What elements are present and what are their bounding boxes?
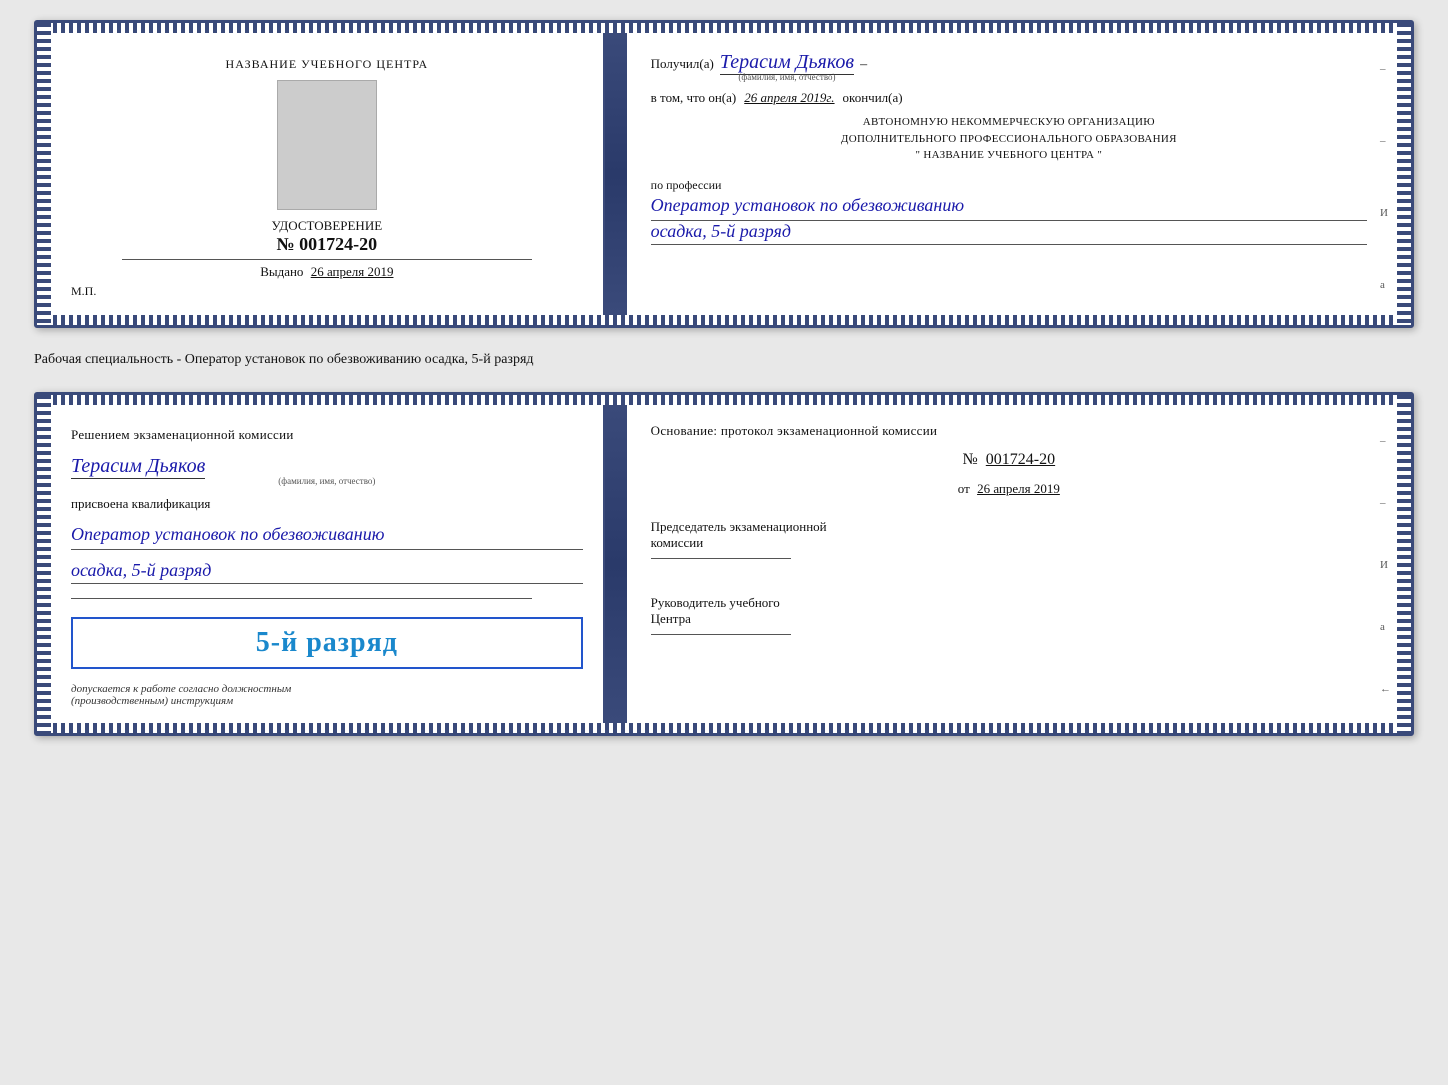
profession-label-1: по профессии bbox=[651, 178, 1367, 193]
org-line1: АВТОНОМНУЮ НЕКОММЕРЧЕСКУЮ ОРГАНИЗАЦИЮ bbox=[651, 114, 1367, 131]
side-mark2-a: а bbox=[1380, 621, 1391, 633]
card-inner-1: НАЗВАНИЕ УЧЕБНОГО ЦЕНТРА УДОСТОВЕРЕНИЕ №… bbox=[51, 33, 1397, 315]
cert2-right-panel: Основание: протокол экзаменационной коми… bbox=[627, 405, 1397, 723]
side-mark2-i: И bbox=[1380, 559, 1391, 571]
protocol-number: 001724-20 bbox=[986, 451, 1055, 468]
doc-number: 001724-20 bbox=[299, 234, 377, 254]
top-decoration-2 bbox=[37, 395, 1411, 405]
doc-number-display: № 001724-20 bbox=[272, 234, 383, 255]
photo-placeholder bbox=[277, 80, 377, 210]
qualification-stamp: 5-й разряд bbox=[71, 617, 583, 669]
top-decoration bbox=[37, 23, 1411, 33]
cert-spine-1 bbox=[605, 33, 627, 315]
issued-date: 26 апреля 2019 bbox=[311, 264, 394, 279]
training-center-label-1: НАЗВАНИЕ УЧЕБНОГО ЦЕНТРА bbox=[226, 57, 429, 72]
cert1-left-panel: НАЗВАНИЕ УЧЕБНОГО ЦЕНТРА УДОСТОВЕРЕНИЕ №… bbox=[51, 33, 605, 315]
exam-commission-title: Решением экзаменационной комиссии bbox=[71, 425, 583, 445]
recipient-row: Получил(а) Терасим Дьяков (фамилия, имя,… bbox=[651, 51, 1367, 82]
chairman-label-1: Председатель экзаменационной bbox=[651, 519, 1367, 535]
qualified-label: присвоена квалификация bbox=[71, 496, 583, 512]
side-mark-dash-2: – bbox=[1380, 135, 1391, 147]
completed-label: окончил(а) bbox=[843, 90, 903, 106]
left-decoration-2 bbox=[37, 395, 51, 733]
issued-line: Выдано 26 апреля 2019 bbox=[260, 264, 393, 280]
side-mark2-arrow: ← bbox=[1380, 683, 1391, 695]
org-name: " НАЗВАНИЕ УЧЕБНОГО ЦЕНТРА " bbox=[651, 147, 1367, 164]
cert-spine-2 bbox=[605, 405, 627, 723]
mp-label: М.П. bbox=[71, 284, 96, 299]
protocol-date: 26 апреля 2019 bbox=[977, 481, 1060, 496]
doc-number-prefix: № bbox=[277, 234, 295, 254]
stamp-sub-2: (производственным) инструкциям bbox=[71, 695, 233, 707]
cert1-right-panel: Получил(а) Терасим Дьяков (фамилия, имя,… bbox=[627, 33, 1397, 315]
right-decoration bbox=[1397, 23, 1411, 325]
bottom-decoration bbox=[37, 315, 1411, 325]
profession-value2-1: осадка, 5-й разряд bbox=[651, 221, 1367, 245]
date-intro: в том, что он(а) bbox=[651, 90, 737, 106]
bottom-decoration-2 bbox=[37, 723, 1411, 733]
name-sub-1: (фамилия, имя, отчество) bbox=[720, 72, 854, 82]
qualification-line1: Оператор установок по обезвоживанию bbox=[71, 522, 583, 550]
side-mark-dash-1: – bbox=[1380, 63, 1391, 75]
stamp-sub-1: допускается к работе согласно должностны… bbox=[71, 683, 291, 695]
side-mark2-dash-2: – bbox=[1380, 497, 1391, 509]
certificate-2: Решением экзаменационной комиссии Тераси… bbox=[34, 392, 1414, 736]
card-inner-2: Решением экзаменационной комиссии Тераси… bbox=[51, 405, 1397, 723]
date-value-1: 26 апреля 2019г. bbox=[744, 90, 834, 106]
doc-type: УДОСТОВЕРЕНИЕ bbox=[272, 218, 383, 234]
left-decoration bbox=[37, 23, 51, 325]
profession-value-1: Оператор установок по обезвоживанию bbox=[651, 193, 1367, 221]
recipient-name-2: Терасим Дьяков bbox=[71, 455, 205, 479]
org-block: АВТОНОМНУЮ НЕКОММЕРЧЕСКУЮ ОРГАНИЗАЦИЮ ДО… bbox=[651, 114, 1367, 164]
side-mark-i: И bbox=[1380, 207, 1391, 219]
protocol-prefix: № bbox=[963, 451, 978, 468]
issued-label: Выдано bbox=[260, 264, 303, 279]
page-wrapper: НАЗВАНИЕ УЧЕБНОГО ЦЕНТРА УДОСТОВЕРЕНИЕ №… bbox=[34, 20, 1414, 736]
stamp-rank: 5-й разряд bbox=[85, 627, 569, 659]
org-line2: ДОПОЛНИТЕЛЬНОГО ПРОФЕССИОНАЛЬНОГО ОБРАЗО… bbox=[651, 131, 1367, 148]
received-label: Получил(а) bbox=[651, 56, 714, 72]
qualification-line2: осадка, 5-й разряд bbox=[71, 560, 583, 584]
right-decoration-2 bbox=[1397, 395, 1411, 733]
date-prefix: от bbox=[958, 481, 970, 496]
date-intro-row: в том, что он(а) 26 апреля 2019г. окончи… bbox=[651, 90, 1367, 106]
separator-label: Рабочая специальность - Оператор установ… bbox=[34, 346, 1414, 374]
certificate-1: НАЗВАНИЕ УЧЕБНОГО ЦЕНТРА УДОСТОВЕРЕНИЕ №… bbox=[34, 20, 1414, 328]
director-label-2: Центра bbox=[651, 611, 1367, 627]
chairman-label-2: комиссии bbox=[651, 535, 1367, 551]
side-mark2-dash-1: – bbox=[1380, 435, 1391, 447]
basis-label: Основание: протокол экзаменационной коми… bbox=[651, 423, 1367, 439]
director-label-1: Руководитель учебного bbox=[651, 595, 1367, 611]
cert2-left-panel: Решением экзаменационной комиссии Тераси… bbox=[51, 405, 605, 723]
chairman-sign-line bbox=[651, 558, 791, 559]
side-mark-a: а bbox=[1380, 279, 1391, 291]
dash-1: – bbox=[860, 57, 867, 73]
director-sign-line bbox=[651, 634, 791, 635]
